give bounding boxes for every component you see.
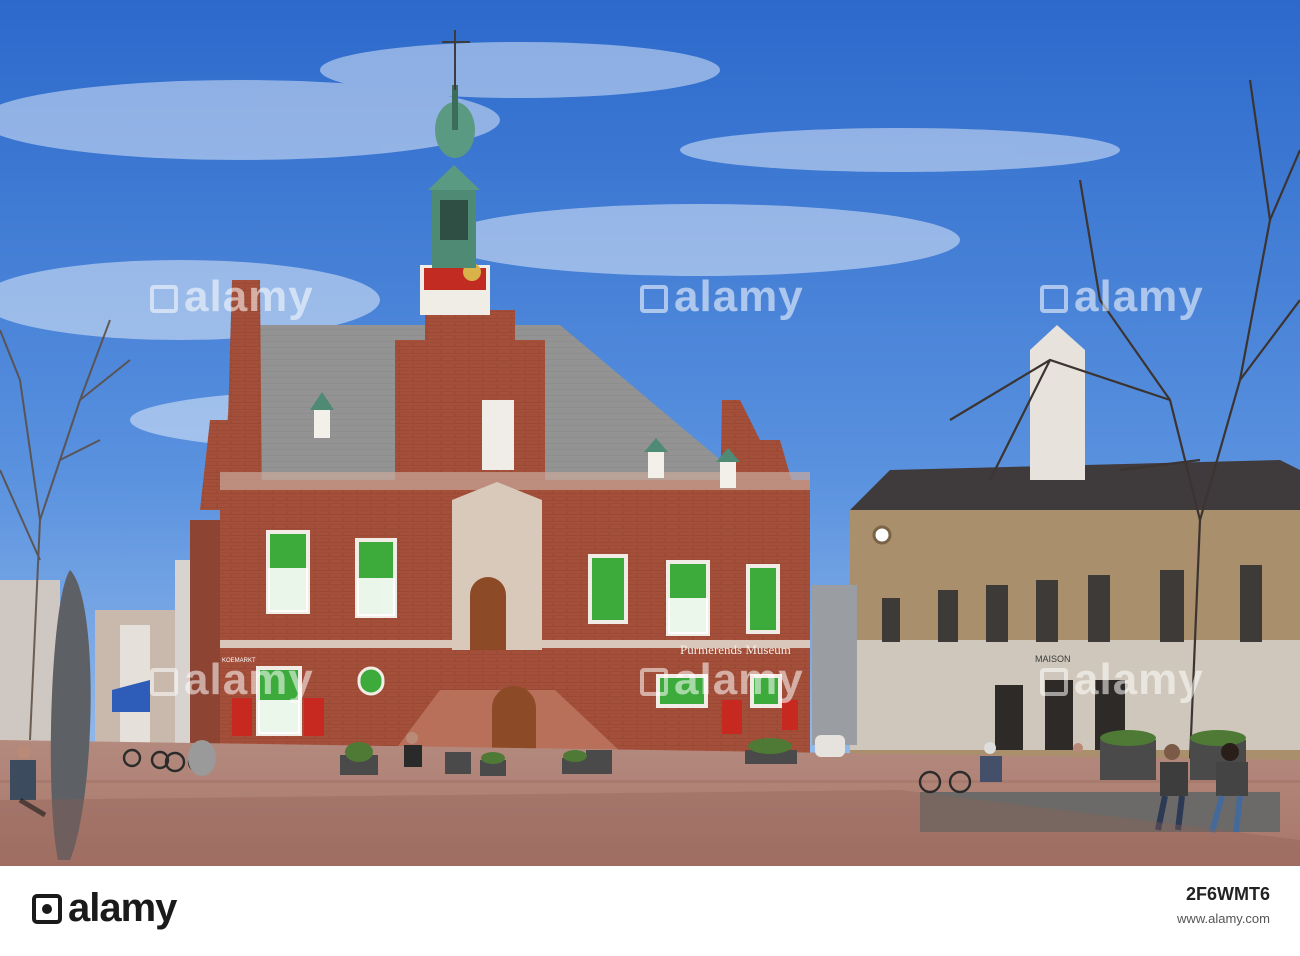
watermark: alamy <box>150 655 314 705</box>
image-meta: 2F6WMT6 www.alamy.com <box>1177 884 1270 926</box>
alamy-logo-icon <box>32 894 62 924</box>
footer-bar: alamy 2F6WMT6 www.alamy.com <box>0 866 1300 956</box>
alamy-logo: alamy <box>32 886 177 931</box>
watermark-logo-icon <box>1040 285 1068 314</box>
image-id: 2F6WMT6 <box>1185 884 1270 904</box>
town-hall-photo: MAISON Purmerends Museum KOEMARKT alamy … <box>0 0 1300 866</box>
watermark: alamy <box>640 655 804 705</box>
photo-scene: MAISON Purmerends Museum KOEMARKT <box>0 0 1300 866</box>
watermark-logo-icon <box>640 668 668 697</box>
watermark: alamy <box>150 272 314 322</box>
watermark-logo-icon <box>1040 668 1068 697</box>
watermark: alamy <box>1040 655 1204 705</box>
photo-frame: MAISON Purmerends Museum KOEMARKT alamy … <box>0 0 1300 956</box>
watermark: alamy <box>1040 272 1204 322</box>
watermark-logo-icon <box>150 668 178 697</box>
site-url: www.alamy.com <box>1177 911 1270 926</box>
watermark: alamy <box>640 272 804 322</box>
watermark-logo-icon <box>640 285 668 314</box>
watermark-logo-icon <box>150 285 178 314</box>
middle-grey-building <box>812 585 857 745</box>
